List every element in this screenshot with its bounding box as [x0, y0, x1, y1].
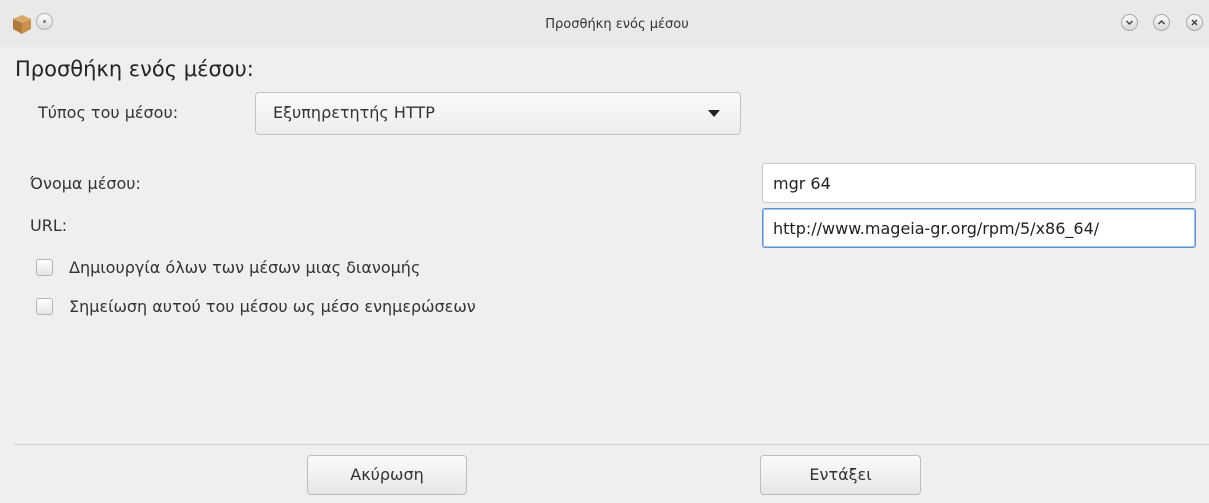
url-label: URL: — [30, 216, 68, 235]
media-type-selected-value: Εξυπηρετητής HTTP — [273, 103, 435, 122]
dialog-heading: Προσθήκη ενός μέσου: — [15, 57, 254, 81]
url-input[interactable] — [762, 208, 1196, 248]
add-media-dialog: Προσθήκη ενός μέσου Προσθήκη ενός μέσου:… — [0, 0, 1209, 503]
minimize-button[interactable] — [1121, 14, 1138, 31]
distribution-media-checkbox[interactable] — [36, 259, 53, 276]
chevron-up-icon — [1157, 19, 1166, 25]
ok-button[interactable]: Εντάξει — [760, 455, 921, 495]
close-button[interactable] — [1186, 14, 1203, 31]
close-icon — [1191, 19, 1198, 26]
cancel-button[interactable]: Ακύρωση — [307, 455, 467, 495]
maximize-button[interactable] — [1153, 14, 1170, 31]
update-media-checkbox-row[interactable]: Σημείωση αυτού του μέσου ως μέσο ενημερώ… — [36, 297, 636, 317]
dropdown-arrow-icon — [708, 110, 720, 117]
button-separator — [14, 444, 1209, 445]
media-name-label: Όνομα μέσου: — [30, 174, 141, 193]
distribution-media-checkbox-label[interactable]: Δημιουργία όλων των μέσων μιας διανομής — [69, 258, 420, 277]
distribution-media-checkbox-row[interactable]: Δημιουργία όλων των μέσων μιας διανομής — [36, 258, 636, 278]
media-type-select[interactable]: Εξυπηρετητής HTTP — [255, 92, 741, 135]
window-title: Προσθήκη ενός μέσου — [545, 17, 689, 32]
update-media-checkbox-label[interactable]: Σημείωση αυτού του μέσου ως μέσο ενημερώ… — [69, 297, 476, 316]
update-media-checkbox[interactable] — [36, 298, 53, 315]
title-bar[interactable]: Προσθήκη ενός μέσου — [0, 0, 1209, 47]
media-name-input[interactable] — [762, 163, 1196, 203]
chevron-down-icon — [1125, 20, 1134, 26]
media-type-label: Τύπος του μέσου: — [38, 103, 179, 122]
